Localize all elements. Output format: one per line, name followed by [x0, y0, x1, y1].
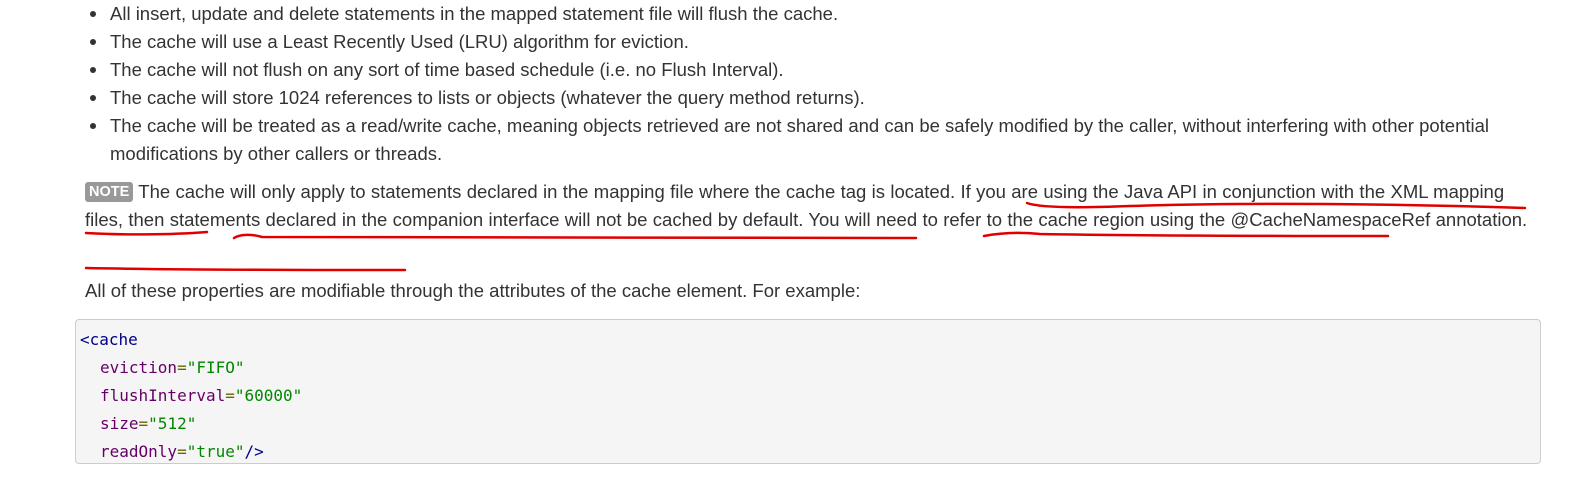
- code-open-tag: <cache: [80, 330, 138, 349]
- code-attr-line: flushInterval="60000": [100, 386, 303, 405]
- annotation-underline: [232, 233, 918, 240]
- list-item: The cache will not flush on any sort of …: [90, 56, 1540, 84]
- bullet-icon: [90, 67, 96, 73]
- code-content: <cache eviction="FIFO" flushInterval="60…: [76, 320, 1540, 466]
- note-badge: NOTE: [85, 182, 134, 202]
- documentation-content: All insert, update and delete statements…: [0, 0, 1586, 483]
- code-attr-value: "true": [186, 442, 245, 461]
- code-attr-name: size: [100, 414, 139, 433]
- list-item: The cache will be treated as a read/writ…: [90, 112, 1540, 168]
- bullet-icon: [90, 95, 96, 101]
- code-attr-line: eviction="FIFO": [100, 358, 245, 377]
- code-attr-name: eviction: [100, 358, 178, 377]
- list-item: The cache will use a Least Recently Used…: [90, 28, 1540, 56]
- code-close-tag: />: [244, 442, 264, 461]
- bullet-icon: [90, 39, 96, 45]
- code-attr-name: flushInterval: [100, 386, 226, 405]
- annotation-underline: [84, 266, 407, 272]
- bullet-icon: [90, 11, 96, 17]
- note-paragraph: NOTE The cache will only apply to statem…: [85, 178, 1545, 234]
- code-example-block[interactable]: <cache eviction="FIFO" flushInterval="60…: [75, 319, 1541, 464]
- code-attr-name: readOnly: [100, 442, 178, 461]
- list-item: The cache will store 1024 references to …: [90, 84, 1540, 112]
- code-attr-value: "512": [148, 414, 197, 433]
- code-attr-line: size="512": [100, 414, 197, 433]
- code-attr-line: readOnly="true"/>: [100, 442, 264, 461]
- bullet-icon: [90, 123, 96, 129]
- code-attr-value: "FIFO": [186, 358, 245, 377]
- note-text: The cache will only apply to statements …: [85, 181, 1528, 230]
- code-attr-value: "60000": [234, 386, 303, 405]
- attributes-intro-text: All of these properties are modifiable t…: [85, 280, 861, 301]
- list-item: All insert, update and delete statements…: [90, 0, 1540, 28]
- cache-behavior-list: All insert, update and delete statements…: [90, 0, 1540, 168]
